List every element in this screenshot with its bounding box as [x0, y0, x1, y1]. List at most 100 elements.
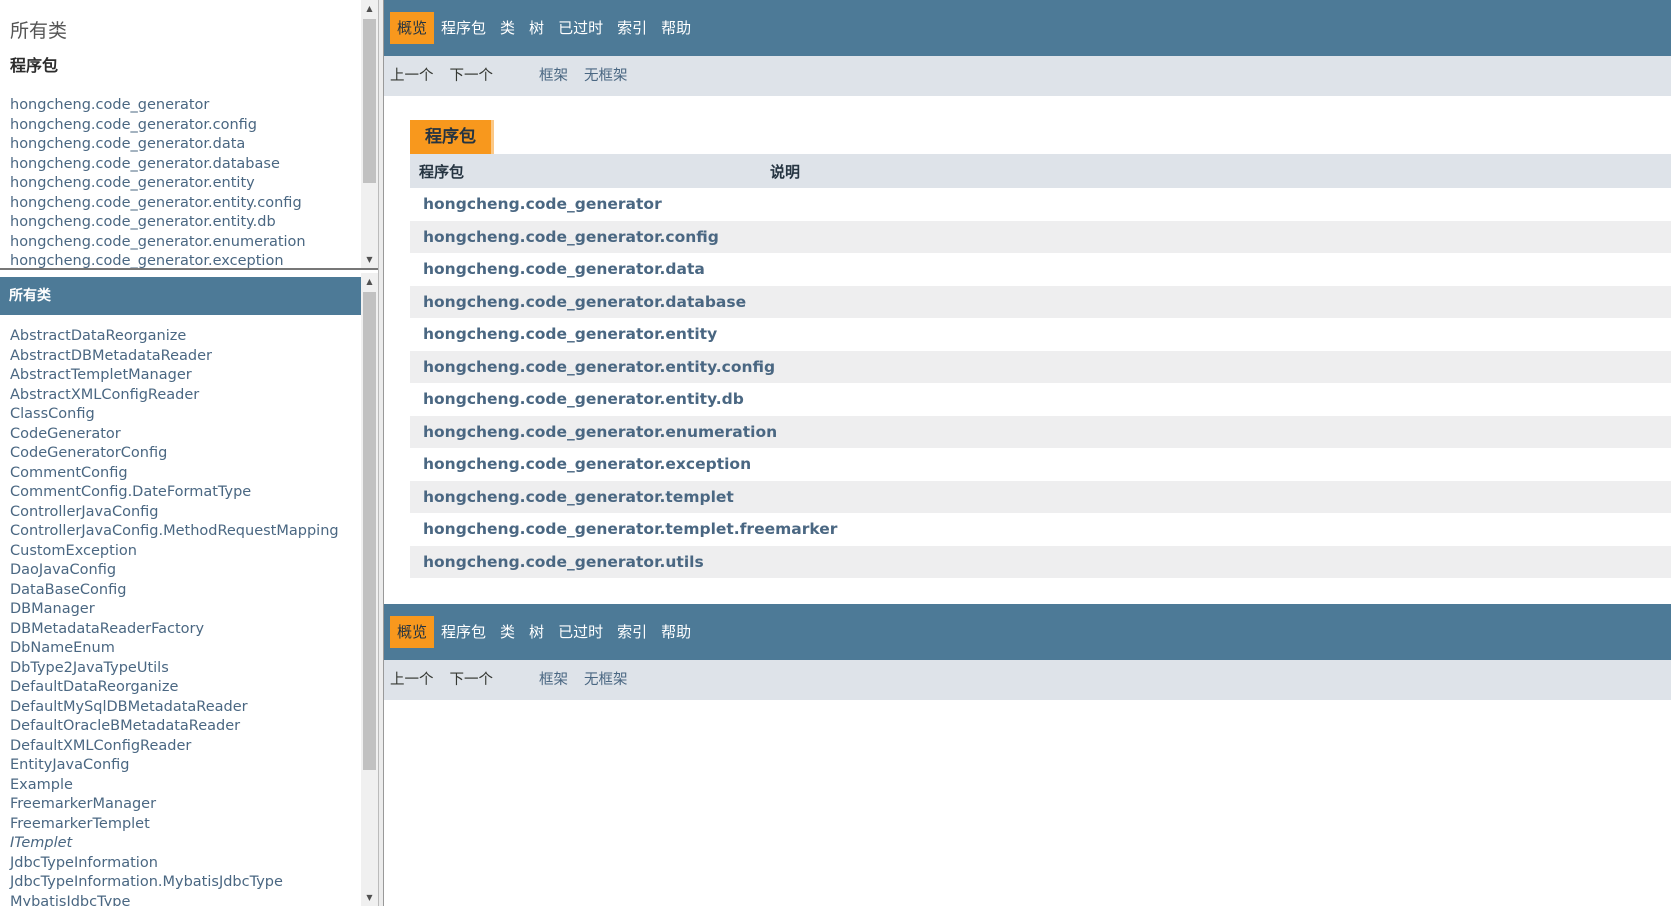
class-link[interactable]: MybatisJdbcType: [10, 893, 378, 906]
table-row: hongcheng.code_generator: [410, 188, 1671, 221]
package-summary-table: 程序包 说明 hongcheng.code_generator hongcheng…: [410, 154, 1671, 578]
package-cell: hongcheng.code_generator.data: [410, 253, 1671, 286]
class-link[interactable]: DefaultMySqlDBMetadataReader: [10, 698, 378, 718]
class-link[interactable]: FreemarkerManager: [10, 795, 378, 815]
table-row: hongcheng.code_generator.enumeration: [410, 415, 1671, 448]
package-link[interactable]: hongcheng.code_generator.enumeration: [10, 233, 378, 253]
class-link[interactable]: CustomException: [10, 542, 378, 562]
package-link[interactable]: hongcheng.code_generator.data: [10, 135, 378, 155]
package-cell: hongcheng.code_generator.utils: [410, 545, 1671, 578]
table-row: hongcheng.code_generator.exception: [410, 448, 1671, 481]
class-link[interactable]: AbstractXMLConfigReader: [10, 386, 378, 406]
nav-item[interactable]: 帮助: [654, 12, 698, 44]
package-link[interactable]: hongcheng.code_generator.data: [423, 260, 705, 278]
package-link[interactable]: hongcheng.code_generator.config: [423, 228, 719, 246]
package-link[interactable]: hongcheng.code_generator: [10, 96, 378, 116]
class-link[interactable]: ClassConfig: [10, 405, 378, 425]
nav-item[interactable]: 类: [493, 12, 522, 44]
class-link[interactable]: ControllerJavaConfig: [10, 503, 378, 523]
class-link[interactable]: Example: [10, 776, 378, 796]
top-nav-bar: 概览 程序包类树已过时 索引 帮助: [384, 0, 1671, 56]
table-row: hongcheng.code_generator.entity.config: [410, 350, 1671, 383]
bottom-nav-bar: 概览 程序包类树已过时 索引 帮助: [384, 604, 1671, 660]
class-link[interactable]: ITemplet: [10, 834, 378, 854]
class-link[interactable]: JdbcTypeInformation.MybatisJdbcType: [10, 873, 378, 893]
no-frames-link[interactable]: 无框架: [584, 660, 628, 700]
package-link[interactable]: hongcheng.code_generator.templet.freemar…: [423, 520, 837, 538]
class-link[interactable]: CodeGeneratorConfig: [10, 444, 378, 464]
class-link[interactable]: DefaultDataReorganize: [10, 678, 378, 698]
class-link[interactable]: DbType2JavaTypeUtils: [10, 659, 378, 679]
scroll-up-icon[interactable]: ▲: [361, 0, 378, 17]
package-link[interactable]: hongcheng.code_generator.database: [10, 155, 378, 175]
class-link[interactable]: DBManager: [10, 600, 378, 620]
package-link[interactable]: hongcheng.code_generator.entity.config: [423, 358, 775, 376]
class-link[interactable]: AbstractDBMetadataReader: [10, 347, 378, 367]
class-link[interactable]: DefaultOracleBMetadataReader: [10, 717, 378, 737]
package-link[interactable]: hongcheng.code_generator.entity.db: [423, 390, 744, 408]
package-link[interactable]: hongcheng.code_generator.enumeration: [423, 423, 777, 441]
class-link[interactable]: EntityJavaConfig: [10, 756, 378, 776]
package-link[interactable]: hongcheng.code_generator.templet: [423, 488, 734, 506]
table-row: hongcheng.code_generator.database: [410, 285, 1671, 318]
class-link[interactable]: CommentConfig: [10, 464, 378, 484]
table-row: hongcheng.code_generator.templet: [410, 480, 1671, 513]
package-link[interactable]: hongcheng.code_generator.entity: [10, 174, 378, 194]
frames-link[interactable]: 框架: [539, 56, 568, 96]
class-link[interactable]: DBMetadataReaderFactory: [10, 620, 378, 640]
frames-link[interactable]: 框架: [539, 660, 568, 700]
class-link[interactable]: DaoJavaConfig: [10, 561, 378, 581]
package-link[interactable]: hongcheng.code_generator.utils: [423, 553, 704, 571]
nav-item[interactable]: 树: [522, 12, 551, 44]
prev-link: 上一个: [390, 68, 434, 84]
class-link[interactable]: CodeGenerator: [10, 425, 378, 445]
class-link[interactable]: FreemarkerTemplet: [10, 815, 378, 835]
sub-nav-bar: 上一个 下一个 框架 无框架: [384, 56, 1671, 96]
nav-item[interactable]: 已过时: [551, 616, 610, 648]
class-link[interactable]: CommentConfig.DateFormatType: [10, 483, 378, 503]
package-link[interactable]: hongcheng.code_generator.config: [10, 116, 378, 136]
class-link[interactable]: DbNameEnum: [10, 639, 378, 659]
nav-item: 概览: [390, 12, 435, 44]
nav-item[interactable]: 程序包: [434, 616, 493, 648]
packages-heading: 程序包: [10, 56, 59, 75]
class-link[interactable]: AbstractDataReorganize: [10, 327, 378, 347]
package-link[interactable]: hongcheng.code_generator: [423, 195, 662, 213]
package-link[interactable]: hongcheng.code_generator.entity: [423, 325, 717, 343]
nav-item[interactable]: 索引: [610, 616, 654, 648]
package-cell: hongcheng.code_generator.database: [410, 285, 1671, 318]
package-cell: hongcheng.code_generator.enumeration: [410, 415, 1671, 448]
package-list-scrollbar[interactable]: ▲ ▼: [361, 0, 378, 268]
class-link[interactable]: DefaultXMLConfigReader: [10, 737, 378, 757]
class-list-frame: 所有类 AbstractDataReorganize AbstractDBMeta…: [0, 273, 378, 906]
nav-item[interactable]: 索引: [610, 12, 654, 44]
all-classes-heading: 所有类: [0, 277, 361, 315]
scroll-down-icon[interactable]: ▼: [361, 889, 378, 906]
package-cell: hongcheng.code_generator.entity: [410, 318, 1671, 351]
class-link[interactable]: DataBaseConfig: [10, 581, 378, 601]
scroll-up-icon[interactable]: ▲: [361, 273, 378, 290]
class-list-scrollbar[interactable]: ▲ ▼: [361, 273, 378, 906]
class-link[interactable]: AbstractTempletManager: [10, 366, 378, 386]
class-link[interactable]: JdbcTypeInformation: [10, 854, 378, 874]
package-link[interactable]: hongcheng.code_generator.entity.db: [10, 213, 378, 233]
table-caption: 程序包: [410, 120, 494, 154]
table-row: hongcheng.code_generator.entity.db: [410, 383, 1671, 416]
all-classes-link[interactable]: 所有类: [0, 0, 378, 46]
nav-item[interactable]: 帮助: [654, 616, 698, 648]
package-cell: hongcheng.code_generator.exception: [410, 448, 1671, 481]
nav-item[interactable]: 已过时: [551, 12, 610, 44]
class-link[interactable]: ControllerJavaConfig.MethodRequestMappin…: [10, 522, 378, 542]
nav-item[interactable]: 程序包: [434, 12, 493, 44]
package-link[interactable]: hongcheng.code_generator.database: [423, 293, 746, 311]
nav-item[interactable]: 类: [493, 616, 522, 648]
package-link[interactable]: hongcheng.code_generator.entity.config: [10, 194, 378, 214]
no-frames-link[interactable]: 无框架: [584, 56, 628, 96]
nav-item[interactable]: 树: [522, 616, 551, 648]
scrollbar-thumb[interactable]: [363, 292, 376, 770]
package-link[interactable]: hongcheng.code_generator.exception: [10, 252, 378, 268]
scroll-down-icon[interactable]: ▼: [361, 251, 378, 268]
nav-item: 概览: [390, 616, 435, 648]
scrollbar-thumb[interactable]: [363, 19, 376, 183]
package-link[interactable]: hongcheng.code_generator.exception: [423, 455, 751, 473]
